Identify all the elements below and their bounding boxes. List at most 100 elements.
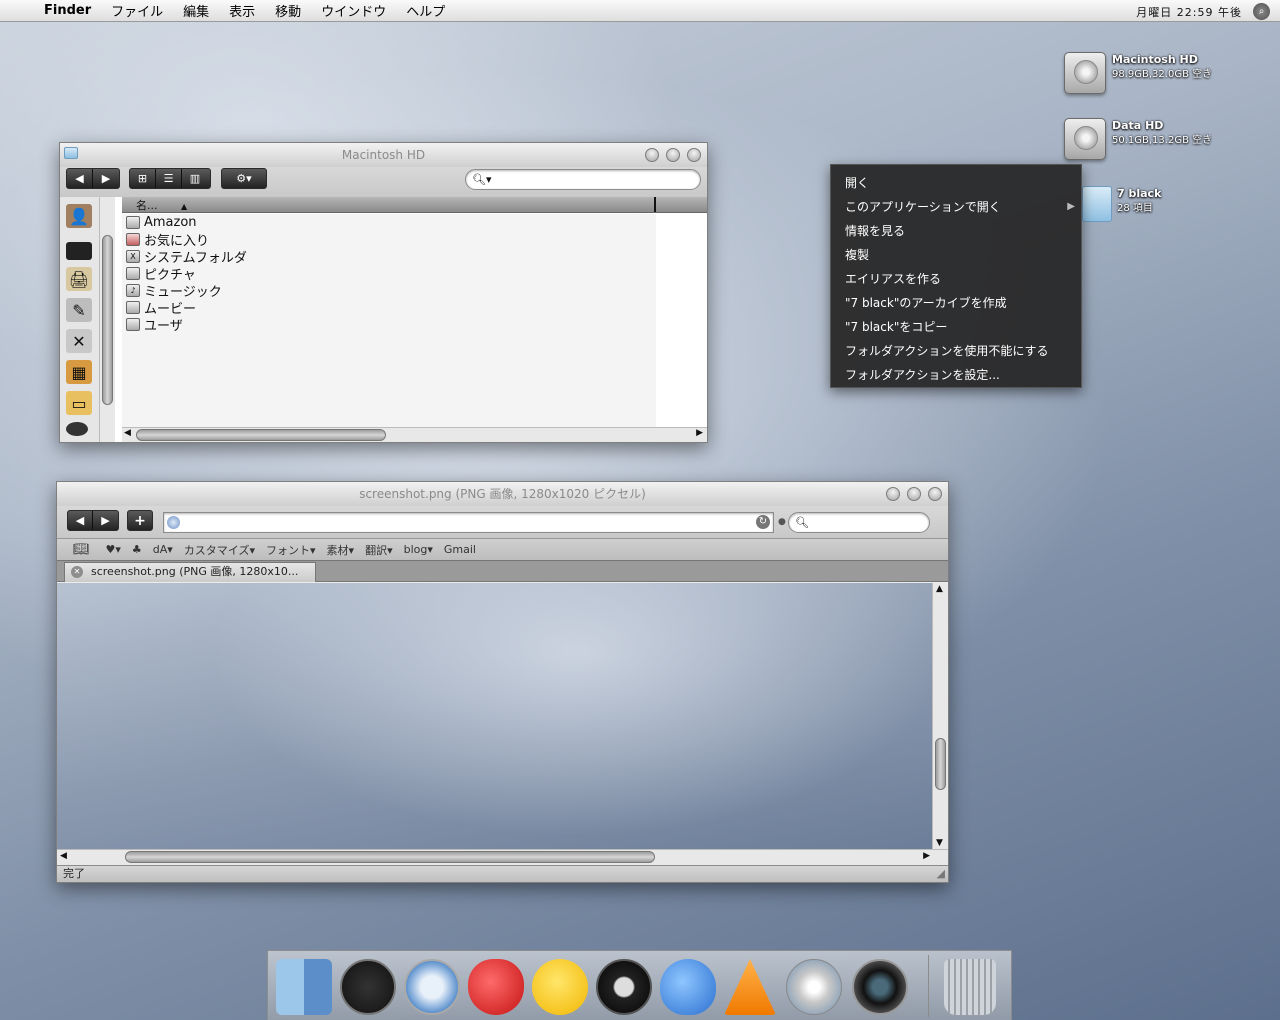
ctx-open[interactable]: 開く [831, 171, 1081, 195]
browser-search-field[interactable]: 🔍︎ [788, 512, 930, 533]
resize-grip-icon[interactable]: ◢ [937, 866, 945, 882]
scroll-left-arrow-icon[interactable]: ◀ [124, 428, 131, 438]
bookmark-blog[interactable]: blog▾ [404, 543, 433, 556]
spotlight-search-icon[interactable]: ⌕ [1253, 3, 1270, 20]
column-header-name[interactable]: 名... ▲ [122, 197, 656, 212]
dock-dashboard-icon[interactable] [340, 959, 396, 1015]
menubar-clock[interactable]: 月曜日 22:59 午後 [1136, 4, 1242, 20]
zoom-button[interactable] [928, 487, 942, 501]
dock-vlc-icon[interactable] [724, 959, 776, 1015]
desktop-icon-7-black[interactable]: 7 black 28 項目 [1082, 186, 1161, 222]
zoom-button[interactable] [687, 148, 701, 162]
list-view-icon[interactable]: ☰ [156, 169, 182, 188]
scroll-right-arrow-icon[interactable]: ▶ [696, 428, 703, 438]
bookmark-materials[interactable]: 素材▾ [327, 542, 355, 558]
dock-trash-icon[interactable] [944, 959, 996, 1015]
sidebar-scrollbar[interactable] [99, 197, 115, 442]
menu-window[interactable]: ウインドウ [311, 1, 396, 20]
sidebar-folder-icon[interactable]: ▭ [66, 391, 92, 415]
dock-itunes-icon[interactable] [786, 959, 842, 1015]
list-item[interactable]: ユーザ [122, 316, 247, 334]
desktop-icon-data-hd[interactable]: Data HD 50.1GB,13.2GB 空き [1064, 118, 1212, 160]
ctx-get-info[interactable]: 情報を見る [831, 219, 1081, 243]
file-list-horizontal-scrollbar[interactable]: ◀ ▶ [122, 427, 707, 442]
desktop-icon-label: Data HD [1112, 119, 1164, 132]
dock-camera-icon[interactable] [852, 959, 908, 1015]
scroll-right-arrow-icon[interactable]: ▶ [923, 851, 930, 861]
finder-window-title: Macintosh HD [341, 148, 426, 162]
list-item[interactable]: ピクチャ [122, 265, 247, 283]
scroll-down-arrow-icon[interactable]: ▼ [936, 838, 943, 848]
finder-titlebar[interactable]: Macintosh HD [60, 143, 707, 167]
bookmark-translate[interactable]: 翻訳▾ [365, 542, 393, 558]
bookmark-fonts[interactable]: フォント▾ [266, 542, 316, 558]
bookmark-da[interactable]: dA▾ [153, 543, 173, 556]
ctx-disable-folder-actions[interactable]: フォルダアクションを使用不能にする [831, 339, 1081, 363]
dock-duck-icon[interactable] [532, 959, 588, 1015]
close-button[interactable] [645, 148, 659, 162]
page-vertical-scroll-thumb[interactable] [935, 738, 946, 790]
column-view-icon[interactable]: ▥ [182, 169, 208, 188]
page-horizontal-scroll-thumb[interactable] [125, 851, 655, 863]
bookmark-customize[interactable]: カスタマイズ▾ [184, 542, 255, 558]
page-horizontal-scrollbar[interactable]: ◀ ▶ [57, 849, 948, 865]
menu-view[interactable]: 表示 [219, 1, 265, 20]
menu-app-finder[interactable]: Finder [40, 3, 101, 18]
dock-safari-icon[interactable] [404, 959, 460, 1015]
sidebar-utilities-icon[interactable]: ✕ [66, 329, 92, 353]
browser-titlebar[interactable]: screenshot.png (PNG 画像, 1280x1020 ピクセル) [57, 482, 948, 506]
icon-view-icon[interactable]: ⊞ [130, 169, 156, 188]
desktop-icon-macintosh-hd[interactable]: Macintosh HD 98.9GB,32.0GB 空き [1064, 52, 1212, 94]
list-item[interactable]: ムービー [122, 299, 247, 317]
bookmark-club[interactable]: ♣ [132, 543, 142, 556]
sidebar-desktop-icon[interactable] [66, 242, 92, 260]
list-item[interactable]: Amazon [122, 214, 247, 231]
ctx-copy[interactable]: "7 black"をコピー [831, 315, 1081, 339]
file-list-scroll-thumb[interactable] [136, 429, 386, 441]
add-bookmark-button[interactable]: + [127, 510, 153, 531]
forward-arrow-icon[interactable]: ▶ [93, 511, 118, 530]
minimize-button[interactable] [666, 148, 680, 162]
tab-screenshot[interactable]: ✕ screenshot.png (PNG 画像, 1280x10... [64, 562, 316, 582]
forward-arrow-icon[interactable]: ▶ [93, 169, 119, 188]
page-vertical-scrollbar[interactable]: ▲ ▼ [932, 583, 948, 849]
bookmarks-book-icon[interactable]: 📖︎ [73, 542, 90, 557]
sidebar-applications-icon[interactable]: ✎ [66, 298, 92, 322]
ctx-duplicate[interactable]: 複製 [831, 243, 1081, 267]
sidebar-music-icon[interactable] [66, 422, 88, 436]
dock-finder-icon[interactable] [276, 959, 332, 1015]
scroll-up-arrow-icon[interactable]: ▲ [936, 584, 943, 594]
back-arrow-icon[interactable]: ◀ [67, 169, 93, 188]
finder-search-field[interactable]: 🔍︎▾ [465, 169, 701, 190]
dock-slime-icon[interactable] [660, 959, 716, 1015]
menu-help[interactable]: ヘルプ [396, 1, 455, 20]
ctx-create-archive[interactable]: "7 black"のアーカイブを作成 [831, 291, 1081, 315]
ctx-make-alias[interactable]: エイリアスを作る [831, 267, 1081, 291]
list-item[interactable]: ♪ ミュージック [122, 282, 247, 300]
ctx-configure-folder-actions[interactable]: フォルダアクションを設定... [831, 363, 1081, 387]
bookmark-heart[interactable]: ♥▾ [106, 543, 121, 556]
close-button[interactable] [886, 487, 900, 501]
sidebar-scroll-thumb[interactable] [102, 235, 113, 405]
tab-close-icon[interactable]: ✕ [71, 566, 83, 578]
menu-file[interactable]: ファイル [101, 1, 173, 20]
dock-bittorrent-icon[interactable] [596, 959, 652, 1015]
sidebar-pictures-icon[interactable]: ▦ [66, 360, 92, 384]
bookmark-gmail[interactable]: Gmail [444, 543, 476, 556]
address-field[interactable]: ↻ [163, 512, 774, 533]
minimize-button[interactable] [907, 487, 921, 501]
dock-strawberry-icon[interactable] [468, 959, 524, 1015]
menu-go[interactable]: 移動 [265, 1, 311, 20]
scroll-left-arrow-icon[interactable]: ◀ [60, 851, 67, 861]
action-menu-button[interactable]: ⚙▾ [221, 168, 267, 189]
ctx-open-with[interactable]: このアプリケーションで開く ▶ [831, 195, 1081, 219]
back-forward-control: ◀ ▶ [67, 510, 119, 531]
sidebar-home-icon[interactable]: 👤 [66, 204, 92, 228]
list-item[interactable]: X システムフォルダ [122, 248, 247, 266]
list-item[interactable]: お気に入り [122, 231, 247, 249]
menu-edit[interactable]: 編集 [173, 1, 219, 20]
folder-proxy-icon[interactable] [64, 147, 78, 159]
reload-icon[interactable]: ↻ [756, 515, 770, 529]
back-arrow-icon[interactable]: ◀ [68, 511, 94, 530]
sidebar-documents-icon[interactable]: 🖨 [66, 267, 92, 291]
